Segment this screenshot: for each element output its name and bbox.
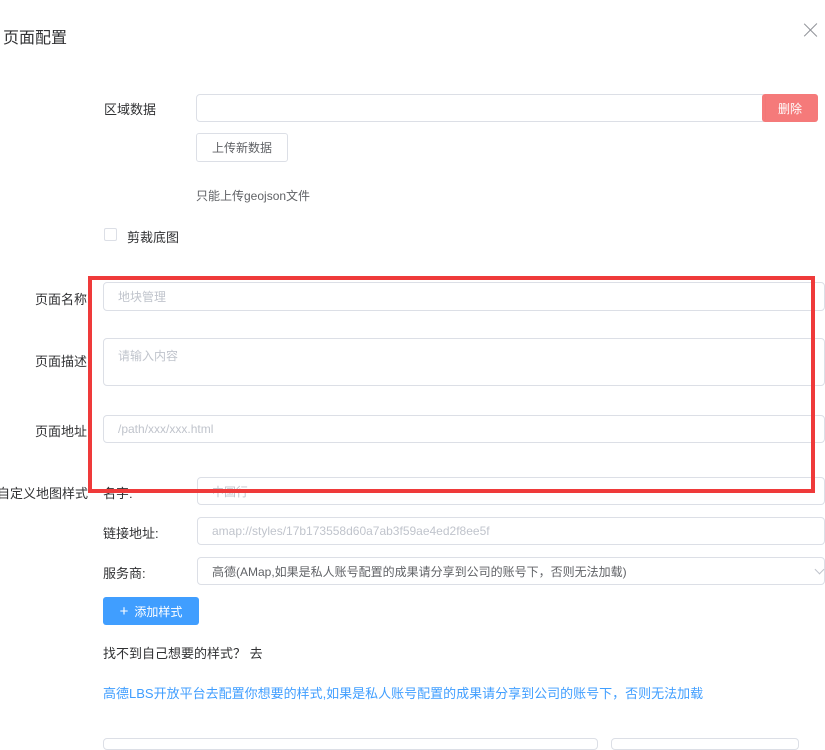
upload-hint: 只能上传geojson文件 xyxy=(196,189,311,203)
provider-label: 服务商: xyxy=(103,566,146,581)
footer-box-left xyxy=(103,738,598,750)
provider-select[interactable]: 高德(AMap,如果是私人账号配置的成果请分享到公司的账号下，否则无法加载) xyxy=(197,557,825,585)
dialog-title: 页面配置 xyxy=(3,30,68,47)
delete-button[interactable]: 删除 xyxy=(762,94,818,122)
page-desc-label: 页面描述 xyxy=(35,354,88,369)
region-data-label: 区域数据 xyxy=(104,102,157,117)
crop-checkbox[interactable] xyxy=(104,228,117,241)
plus-icon: + xyxy=(119,602,129,620)
map-style-label: 自定义地图样式 xyxy=(0,486,88,501)
crop-label: 剪裁底图 xyxy=(127,230,180,245)
add-style-label: 添加样式 xyxy=(134,604,183,619)
page-name-label: 页面名称 xyxy=(35,292,88,307)
not-found-text: 找不到自己想要的样式？ 去 xyxy=(103,646,263,661)
close-icon[interactable] xyxy=(798,18,824,44)
amap-platform-link[interactable]: 高德LBS开放平台去配置你想要的样式,如果是私人账号配置的成果请分享到公司的账号… xyxy=(103,683,703,702)
link-address-label: 链接地址: xyxy=(103,526,159,541)
add-style-button[interactable]: + 添加样式 xyxy=(103,597,199,625)
highlight-box xyxy=(88,276,815,493)
link-address-input[interactable]: amap://styles/17b173558d60a7ab3f59ae4ed2… xyxy=(197,517,825,545)
page-url-label: 页面地址 xyxy=(35,424,88,439)
region-data-input[interactable] xyxy=(196,94,766,122)
upload-button[interactable]: 上传新数据 xyxy=(196,133,288,162)
footer-box-right xyxy=(611,738,799,750)
